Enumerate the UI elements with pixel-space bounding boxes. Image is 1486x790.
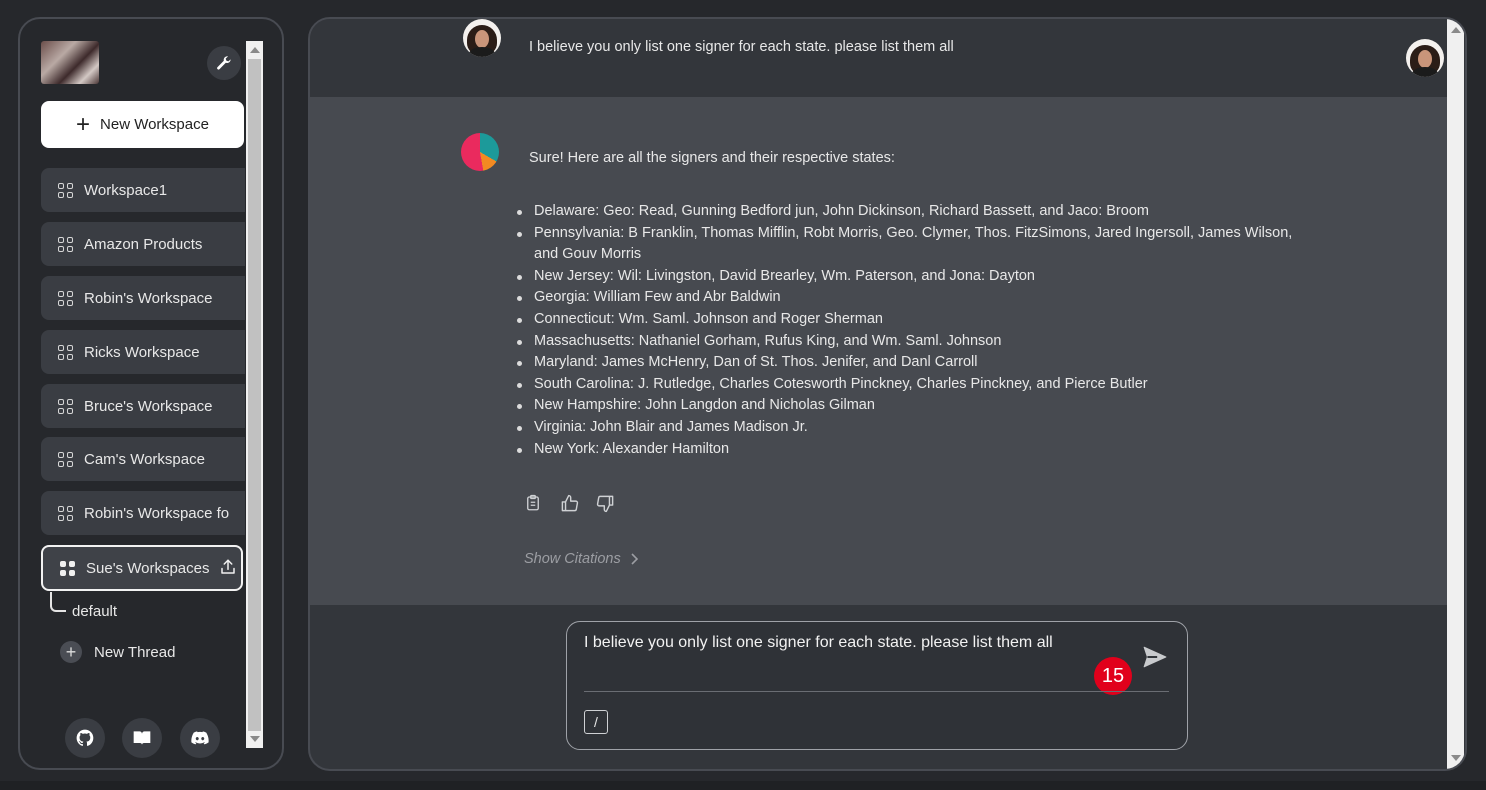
workspace-item[interactable]: Ricks Workspace bbox=[41, 330, 245, 374]
assistant-avatar bbox=[461, 133, 499, 171]
workspace-label: Ricks Workspace bbox=[84, 343, 200, 361]
new-thread-label: New Thread bbox=[94, 643, 176, 661]
plus-icon: + bbox=[60, 641, 82, 663]
input-divider bbox=[584, 691, 1169, 692]
grid-icon bbox=[58, 505, 73, 521]
grid-icon bbox=[60, 560, 75, 576]
scroll-up-arrow-icon[interactable] bbox=[250, 47, 260, 53]
scroll-down-arrow-icon[interactable] bbox=[1451, 755, 1461, 761]
user-message-text: I believe you only list one signer for e… bbox=[529, 39, 954, 55]
docs-button[interactable] bbox=[122, 718, 162, 758]
send-icon bbox=[1143, 646, 1167, 668]
prompt-input[interactable]: I believe you only list one signer for e… bbox=[584, 634, 1053, 652]
thumbs-up-icon[interactable] bbox=[560, 494, 580, 514]
prompt-input-box[interactable]: I believe you only list one signer for e… bbox=[566, 621, 1188, 750]
step-number-badge: 15 bbox=[1094, 657, 1132, 695]
chat-panel: I believe you only list one signer for e… bbox=[308, 17, 1467, 771]
new-workspace-button[interactable]: + New Workspace bbox=[41, 101, 244, 148]
thread-item-default[interactable]: default bbox=[72, 603, 117, 620]
new-workspace-label: New Workspace bbox=[100, 116, 209, 133]
workspace-item[interactable]: Robin's Workspace bbox=[41, 276, 245, 320]
slash-command-button[interactable]: / bbox=[584, 710, 608, 734]
thread-tree-line bbox=[50, 592, 66, 612]
workspace-logo[interactable] bbox=[41, 41, 99, 84]
wrench-icon bbox=[217, 56, 231, 70]
workspace-item[interactable]: Bruce's Workspace bbox=[41, 384, 245, 428]
docs-book-icon bbox=[133, 731, 151, 745]
workspace-label: Workspace1 bbox=[84, 181, 168, 199]
list-item: New Jersey: Wil: Livingston, David Brear… bbox=[517, 266, 1304, 288]
user-avatar bbox=[463, 19, 501, 57]
list-item: New York: Alexander Hamilton bbox=[517, 439, 1304, 461]
grid-icon bbox=[58, 182, 73, 198]
workspace-label: Bruce's Workspace bbox=[84, 397, 213, 415]
discord-icon bbox=[191, 731, 209, 745]
workspace-item[interactable]: Amazon Products bbox=[41, 222, 245, 266]
list-item: Georgia: William Few and Abr Baldwin bbox=[517, 287, 1304, 309]
settings-wrench-button[interactable] bbox=[207, 46, 241, 80]
list-item: Virginia: John Blair and James Madison J… bbox=[517, 417, 1304, 439]
new-thread-button[interactable]: + New Thread bbox=[60, 641, 175, 663]
workspace-item[interactable]: Cam's Workspace bbox=[41, 437, 245, 481]
scrollbar-thumb[interactable] bbox=[248, 59, 261, 731]
github-button[interactable] bbox=[65, 718, 105, 758]
chat-scrollbar[interactable] bbox=[1447, 19, 1464, 769]
workspace-label: Robin's Workspace fo bbox=[84, 504, 230, 522]
thumbs-down-icon[interactable] bbox=[596, 494, 616, 514]
grid-icon bbox=[58, 344, 73, 360]
scroll-up-arrow-icon[interactable] bbox=[1451, 27, 1461, 33]
window-bottom-edge bbox=[0, 781, 1486, 790]
grid-icon bbox=[58, 398, 73, 414]
sidebar: + New Workspace Workspace1 Amazon Produc… bbox=[18, 17, 284, 770]
profile-avatar[interactable] bbox=[1406, 39, 1444, 77]
list-item: South Carolina: J. Rutledge, Charles Cot… bbox=[517, 374, 1304, 396]
scroll-down-arrow-icon[interactable] bbox=[250, 736, 260, 742]
assistant-message-row: Sure! Here are all the signers and their… bbox=[310, 97, 1447, 605]
list-item: Delaware: Geo: Read, Gunning Bedford jun… bbox=[517, 201, 1304, 223]
user-message-row: I believe you only list one signer for e… bbox=[310, 19, 1447, 97]
signers-list: Delaware: Geo: Read, Gunning Bedford jun… bbox=[517, 201, 1304, 461]
upload-share-icon[interactable] bbox=[219, 558, 237, 580]
sidebar-scrollbar[interactable] bbox=[246, 41, 263, 748]
workspace-item[interactable]: Robin's Workspace fo bbox=[41, 491, 245, 535]
github-icon bbox=[76, 729, 94, 746]
workspace-label: Cam's Workspace bbox=[84, 450, 205, 468]
workspace-item[interactable]: Workspace1 bbox=[41, 168, 245, 212]
grid-icon bbox=[58, 236, 73, 252]
workspace-label: Robin's Workspace bbox=[84, 289, 213, 307]
show-citations-label: Show Citations bbox=[524, 551, 621, 567]
plus-icon: + bbox=[76, 110, 91, 138]
list-item: Maryland: James McHenry, Dan of St. Thos… bbox=[517, 352, 1304, 374]
list-item: Pennsylvania: B Franklin, Thomas Mifflin… bbox=[517, 223, 1304, 266]
send-button[interactable] bbox=[1142, 644, 1168, 675]
list-item: New Hampshire: John Langdon and Nicholas… bbox=[517, 395, 1304, 417]
assistant-intro-text: Sure! Here are all the signers and their… bbox=[529, 150, 895, 166]
workspace-label: Sue's Workspaces bbox=[86, 559, 210, 577]
slash-label: / bbox=[594, 714, 598, 730]
workspace-item-active[interactable]: Sue's Workspaces bbox=[41, 545, 243, 591]
copy-clipboard-icon[interactable] bbox=[524, 494, 544, 514]
grid-icon bbox=[58, 451, 73, 467]
show-citations-button[interactable]: Show Citations bbox=[524, 551, 639, 567]
grid-icon bbox=[58, 290, 73, 306]
list-item: Connecticut: Wm. Saml. Johnson and Roger… bbox=[517, 309, 1304, 331]
workspace-label: Amazon Products bbox=[84, 235, 203, 253]
chevron-right-icon bbox=[631, 553, 638, 565]
discord-button[interactable] bbox=[180, 718, 220, 758]
list-item: Massachusetts: Nathaniel Gorham, Rufus K… bbox=[517, 331, 1304, 353]
